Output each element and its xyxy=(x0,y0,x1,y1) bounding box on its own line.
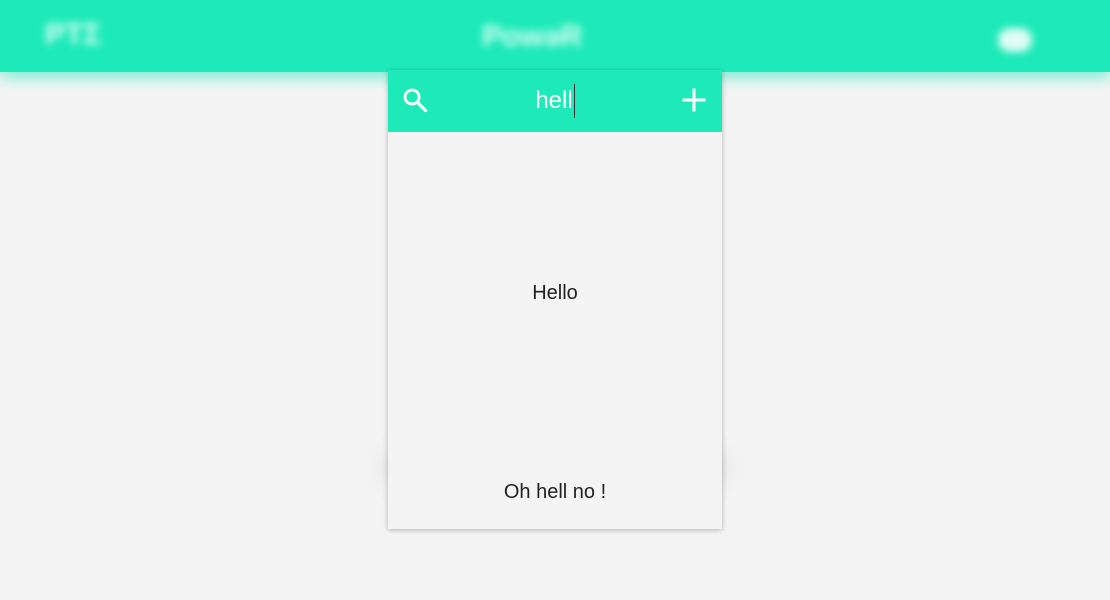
add-button[interactable] xyxy=(678,84,710,116)
background-logo-text: ΡΤΣ xyxy=(45,18,102,51)
background-avatar-icon xyxy=(998,28,1032,52)
background-title-text: PowəR xyxy=(482,20,583,53)
search-input-value: hell xyxy=(535,87,573,114)
search-result-item[interactable]: Oh hell no ! xyxy=(388,481,722,504)
search-icon xyxy=(403,88,428,113)
search-input[interactable]: hell xyxy=(448,83,662,119)
search-card: hell Hello Oh hell no ! xyxy=(388,70,722,529)
search-header: hell xyxy=(388,70,722,132)
search-results-list: Hello Oh hell no ! xyxy=(388,132,722,529)
search-result-item[interactable]: Hello xyxy=(388,282,722,305)
plus-icon xyxy=(682,88,706,112)
text-cursor xyxy=(573,84,575,118)
background-app-bar: ΡΤΣ PowəR xyxy=(0,0,1110,72)
search-button[interactable] xyxy=(399,84,431,116)
